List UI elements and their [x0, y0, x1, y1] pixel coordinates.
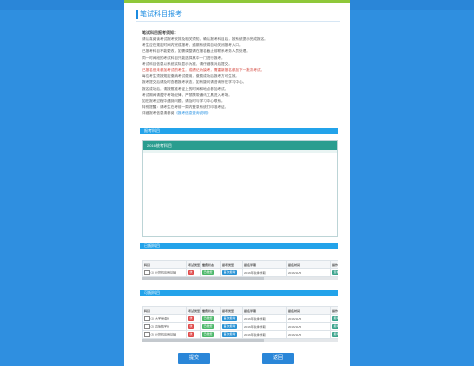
col-action: 操作 [330, 260, 338, 269]
type-badge: 统 [188, 324, 195, 329]
available-table-wrap: 科目 考试类型 缴费状态 报考类型 报名学期 报名时间 操作 (1) 大学英语B… [142, 306, 338, 342]
kind-badge: 首次报考 [222, 270, 238, 275]
course-cell: (1) 计算机应用基础 [142, 268, 187, 277]
test-box-header: 2016统考科目 [143, 141, 337, 150]
test-subject-box: 2016统考科目 [142, 140, 338, 237]
course-cell: (3) 计算机应用基础 [142, 330, 187, 339]
time-cell: 2016/11/5 [286, 330, 331, 339]
row-checkbox[interactable] [144, 331, 150, 338]
type-badge: 统 [188, 332, 195, 337]
action-cell: 查看 [330, 268, 338, 277]
pay-cell: 已缴费 [200, 322, 221, 331]
course-name: (3) 计算机应用基础 [150, 332, 177, 337]
col-time: 报名时间 [286, 260, 331, 269]
row-checkbox[interactable] [144, 269, 150, 276]
table-row: (1) 计算机应用基础 统 已缴费 首次报考 2016年秋季学期 2016/11… [142, 268, 338, 277]
notice-link-line: 详细报考信息请参阅《报考信息查询说明》 [142, 110, 338, 116]
type-cell: 统 [186, 330, 201, 339]
kind-cell: 首次报考 [220, 330, 243, 339]
col-course: 科目 [142, 260, 187, 269]
kind-cell: 首次报考 [220, 322, 243, 331]
kind-badge: 首次报考 [222, 332, 238, 337]
register-button[interactable]: 报考 [332, 332, 338, 337]
horizontal-scrollbar[interactable] [142, 277, 338, 280]
pay-badge: 已缴费 [202, 324, 215, 329]
section-header-test: 报考科目 [140, 128, 338, 134]
top-accent-bar [124, 0, 350, 3]
course-name: (2) 高等数学B [150, 324, 170, 329]
col-type: 考试类型 [186, 260, 201, 269]
col-kind: 报考类型 [220, 306, 243, 315]
col-course: 科目 [142, 306, 187, 315]
exam-table-header-row: 科目 考试类型 缴费状态 报考类型 报名学期 报名时间 操作 [142, 260, 338, 269]
col-term: 报名学期 [242, 306, 287, 315]
time-cell: 2016/11/5 [286, 314, 331, 323]
course-name: (1) 大学英语B [150, 316, 170, 321]
available-table-header-row: 科目 考试类型 缴费状态 报考类型 报名学期 报名时间 操作 [142, 306, 338, 315]
row-checkbox[interactable] [144, 315, 150, 322]
section-header-available: 可报科目 [140, 290, 338, 296]
time-cell: 2016/11/5 [286, 268, 331, 277]
back-button[interactable]: 返回 [262, 353, 294, 364]
term-cell: 2016年秋季学期 [242, 330, 287, 339]
pay-badge: 已缴费 [202, 270, 215, 275]
scrollbar-thumb[interactable] [142, 339, 264, 342]
pay-badge: 已缴费 [202, 316, 215, 321]
type-cell: 统 [186, 268, 201, 277]
col-action: 操作 [330, 306, 338, 315]
action-cell: 报考 [330, 314, 338, 323]
section-header-exam: 已报科目 [140, 243, 338, 249]
kind-cell: 首次报考 [220, 314, 243, 323]
table-row: (1) 大学英语B 统 已缴费 首次报考 2016年秋季学期 2016/11/5… [142, 314, 338, 323]
page-title: 笔试科目报考 [136, 10, 182, 19]
notice-link-prefix: 详细报考信息请参阅 [142, 111, 175, 116]
scrollbar-thumb[interactable] [142, 277, 264, 280]
notice-block: 笔试科目报考须知： 请认真阅读考试报考安排及相关须知，确认报考科目后，按系统提示… [142, 30, 338, 116]
row-checkbox[interactable] [144, 323, 150, 330]
type-cell: 统 [186, 314, 201, 323]
exam-table: 科目 考试类型 缴费状态 报考类型 报名学期 报名时间 操作 (1) 计算机应用… [142, 260, 338, 277]
col-type: 考试类型 [186, 306, 201, 315]
course-cell: (1) 大学英语B [142, 314, 187, 323]
type-badge: 统 [188, 316, 195, 321]
time-cell: 2016/11/5 [286, 322, 331, 331]
type-cell: 统 [186, 322, 201, 331]
notice-link[interactable]: 《报考信息查询说明》 [174, 111, 210, 115]
view-button[interactable]: 查看 [332, 270, 338, 275]
action-cell: 报考 [330, 330, 338, 339]
horizontal-scrollbar[interactable] [142, 339, 338, 342]
exam-table-wrap: 科目 考试类型 缴费状态 报考类型 报名学期 报名时间 操作 (1) 计算机应用… [142, 260, 338, 280]
term-cell: 2016年秋季学期 [242, 314, 287, 323]
title-divider [136, 21, 340, 22]
course-name: (1) 计算机应用基础 [150, 270, 177, 275]
test-box-strip [143, 150, 337, 153]
register-button[interactable]: 报考 [332, 316, 338, 321]
submit-button[interactable]: 提交 [178, 353, 210, 364]
type-badge: 统 [188, 270, 195, 275]
pay-cell: 已缴费 [200, 314, 221, 323]
pay-cell: 已缴费 [200, 268, 221, 277]
table-row: (3) 计算机应用基础 统 已缴费 首次报考 2016年秋季学期 2016/11… [142, 330, 338, 339]
term-cell: 2016年秋季学期 [242, 268, 287, 277]
pay-cell: 已缴费 [200, 330, 221, 339]
available-table: 科目 考试类型 缴费状态 报考类型 报名学期 报名时间 操作 (1) 大学英语B… [142, 306, 338, 339]
main-panel: 笔试科目报考 笔试科目报考须知： 请认真阅读考试报考安排及相关须知，确认报考科目… [124, 0, 350, 366]
table-row: (2) 高等数学B 统 已缴费 首次报考 2016年秋季学期 2016/11/5… [142, 322, 338, 331]
col-pay: 缴费状态 [200, 260, 221, 269]
term-cell: 2016年秋季学期 [242, 322, 287, 331]
action-cell: 报考 [330, 322, 338, 331]
kind-badge: 首次报考 [222, 316, 238, 321]
course-cell: (2) 高等数学B [142, 322, 187, 331]
pay-badge: 已缴费 [202, 332, 215, 337]
col-time: 报名时间 [286, 306, 331, 315]
register-button[interactable]: 报考 [332, 324, 338, 329]
col-pay: 缴费状态 [200, 306, 221, 315]
kind-badge: 首次报考 [222, 324, 238, 329]
col-term: 报名学期 [242, 260, 287, 269]
col-kind: 报考类型 [220, 260, 243, 269]
kind-cell: 首次报考 [220, 268, 243, 277]
